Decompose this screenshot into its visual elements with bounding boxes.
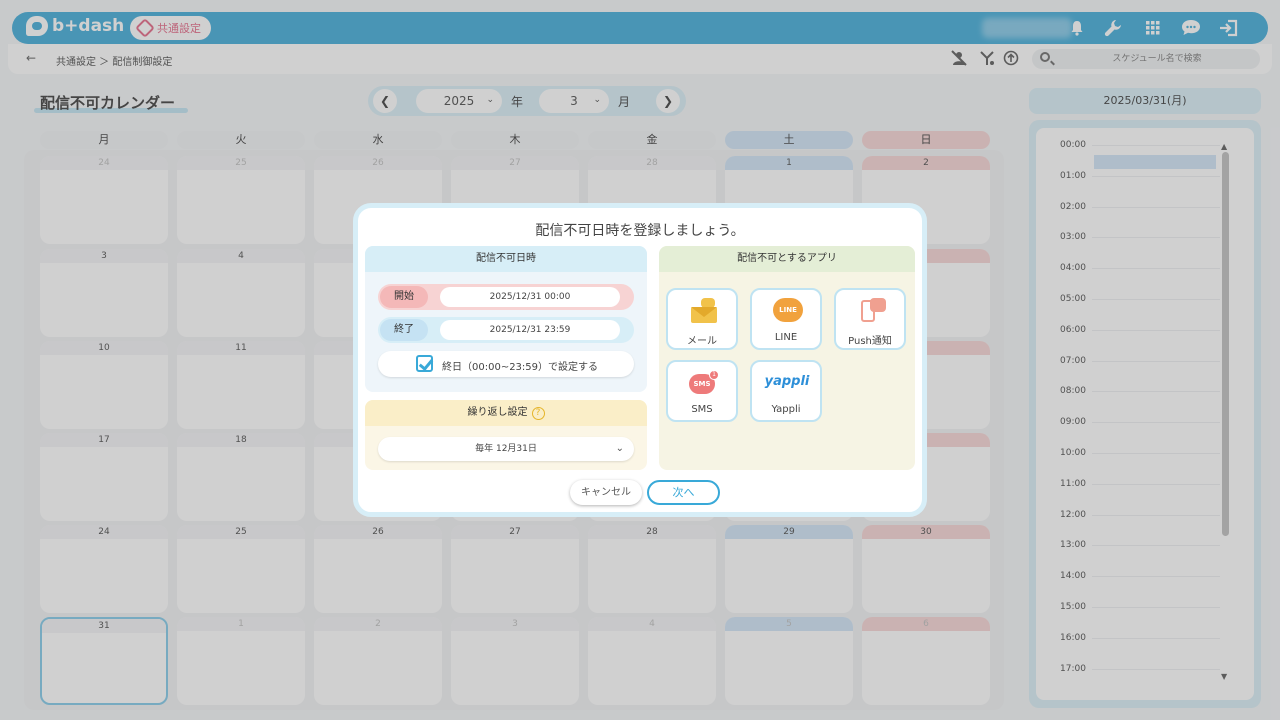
- app-tile-yappli[interactable]: yappli Yappli: [750, 360, 822, 422]
- app-tile-push[interactable]: Push通知: [834, 288, 906, 350]
- datetime-panel: 配信不可日時 開始 終了 終日（00:00~23:59）で設定する: [365, 246, 647, 392]
- apps-panel-header: 配信不可とするアプリ: [659, 246, 915, 272]
- next-button[interactable]: 次へ: [647, 480, 720, 505]
- end-datetime-row: 終了: [378, 317, 634, 343]
- app-tile-line[interactable]: LINE LINE: [750, 288, 822, 350]
- start-datetime-row: 開始: [378, 284, 634, 310]
- allday-toggle[interactable]: 終日（00:00~23:59）で設定する: [378, 351, 634, 377]
- line-icon: LINE: [773, 298, 803, 324]
- apps-panel: 配信不可とするアプリ メール LINE LINE Push通知 SMS 1 SM…: [659, 246, 915, 470]
- repeat-value: 毎年 12月31日: [475, 444, 537, 454]
- start-datetime-input[interactable]: [440, 287, 620, 307]
- app-tile-mail[interactable]: メール: [666, 288, 738, 350]
- allday-label: 終日（00:00~23:59）で設定する: [442, 362, 599, 373]
- start-label: 開始: [380, 286, 428, 308]
- help-icon[interactable]: ?: [531, 407, 545, 420]
- yappli-icon: yappli: [764, 374, 810, 389]
- repeat-panel-header: 繰り返し設定?: [365, 400, 647, 426]
- repeat-panel: 繰り返し設定? 毎年 12月31日 ⌄: [365, 400, 647, 470]
- allday-checkbox[interactable]: [416, 355, 433, 372]
- chevron-down-icon: ⌄: [615, 443, 624, 454]
- register-blackout-modal: 配信不可日時を登録しましょう。 配信不可日時 開始 終了 終日（00:00~23…: [353, 203, 927, 517]
- app-label: メール: [687, 336, 717, 347]
- cancel-button[interactable]: キャンセル: [570, 480, 642, 505]
- modal-title: 配信不可日時を登録しましょう。: [535, 223, 745, 239]
- app-label: LINE: [774, 332, 798, 343]
- push-icon: [857, 298, 886, 324]
- repeat-header-label: 繰り返し設定: [467, 407, 528, 418]
- app-label: Yappli: [771, 404, 801, 415]
- end-datetime-input[interactable]: [440, 320, 620, 340]
- repeat-select[interactable]: 毎年 12月31日 ⌄: [378, 437, 634, 461]
- end-label: 終了: [380, 319, 428, 341]
- mail-icon: [689, 298, 717, 324]
- sms-icon: SMS 1: [689, 370, 719, 396]
- app-tile-sms[interactable]: SMS 1 SMS: [666, 360, 738, 422]
- datetime-panel-header: 配信不可日時: [365, 246, 647, 272]
- app-label: SMS: [691, 404, 713, 415]
- app-label: Push通知: [848, 336, 892, 347]
